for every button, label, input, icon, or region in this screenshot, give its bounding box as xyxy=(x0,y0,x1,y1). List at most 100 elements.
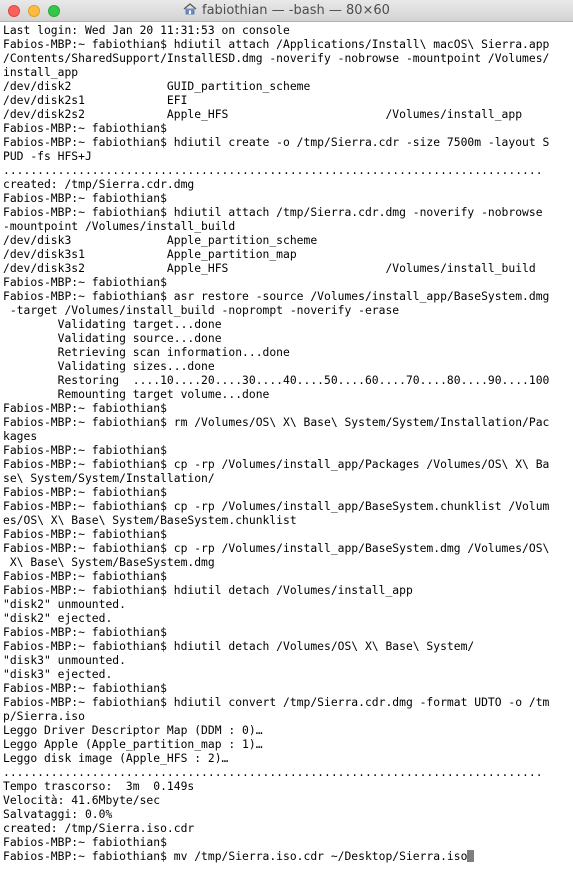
terminal-line-text: kages xyxy=(3,429,38,443)
terminal-line-text: Salvataggi: 0.0% xyxy=(3,807,113,821)
terminal-line: Fabios-MBP:~ fabiothian$ hdiutil detach … xyxy=(3,639,569,653)
terminal-line: /dev/disk3s2 Apple_HFS /Volumes/install_… xyxy=(3,261,569,275)
terminal-line: es/OS\ X\ Base\ System/BaseSystem.chunkl… xyxy=(3,513,569,527)
terminal-line: /Contents/SharedSupport/InstallESD.dmg -… xyxy=(3,51,569,65)
terminal-line-text: Fabios-MBP:~ fabiothian$ hdiutil detach … xyxy=(3,639,475,653)
terminal-line: Leggo Driver Descriptor Map (DDM : 0)… xyxy=(3,723,569,737)
terminal-line: install_app xyxy=(3,65,569,79)
terminal-line-text: /dev/disk3s1 Apple_partition_map xyxy=(3,247,297,261)
window-title: fabiothian — -bash — 80×60 xyxy=(0,0,573,22)
terminal-line: Fabios-MBP:~ fabiothian$ hdiutil attach … xyxy=(3,205,569,219)
terminal-line: Fabios-MBP:~ fabiothian$ cp -rp /Volumes… xyxy=(3,499,569,513)
terminal-line-text: Last login: Wed Jan 20 11:31:53 on conso… xyxy=(3,23,290,37)
terminal-line-text: Remounting target volume...done xyxy=(3,387,270,401)
terminal-line-text: Fabios-MBP:~ fabiothian$ xyxy=(3,401,167,415)
terminal-line: "disk3" ejected. xyxy=(3,667,569,681)
terminal-line-text: ........................................… xyxy=(3,765,543,779)
terminal-line-text: created: /tmp/Sierra.cdr.dmg xyxy=(3,177,195,191)
terminal-line: /dev/disk2s1 EFI xyxy=(3,93,569,107)
terminal-line: PUD -fs HFS+J xyxy=(3,149,569,163)
terminal-line: Fabios-MBP:~ fabiothian$ cp -rp /Volumes… xyxy=(3,541,569,555)
terminal-line: Fabios-MBP:~ fabiothian$ xyxy=(3,275,569,289)
terminal-line: created: /tmp/Sierra.iso.cdr xyxy=(3,821,569,835)
scrollbar[interactable] xyxy=(569,23,573,869)
terminal-line-text: Validating sizes...done xyxy=(3,359,215,373)
terminal-line: X\ Base\ System/BaseSystem.dmg xyxy=(3,555,569,569)
terminal-line: Retrieving scan information...done xyxy=(3,345,569,359)
terminal-line-text: "disk3" unmounted. xyxy=(3,653,126,667)
terminal-line: Validating source...done xyxy=(3,331,569,345)
terminal-line-text: /dev/disk2s2 Apple_HFS /Volumes/install_… xyxy=(3,107,523,121)
terminal-line: /dev/disk2 GUID_partition_scheme xyxy=(3,79,569,93)
terminal-line: Validating sizes...done xyxy=(3,359,569,373)
terminal-line: /dev/disk2s2 Apple_HFS /Volumes/install_… xyxy=(3,107,569,121)
terminal-line: Velocità: 41.6Mbyte/sec xyxy=(3,793,569,807)
terminal-line-text: /Contents/SharedSupport/InstallESD.dmg -… xyxy=(3,51,550,65)
terminal-line-text: Fabios-MBP:~ fabiothian$ xyxy=(3,275,167,289)
terminal-line-text: Retrieving scan information...done xyxy=(3,345,290,359)
terminal-line: Last login: Wed Jan 20 11:31:53 on conso… xyxy=(3,23,569,37)
terminal-line-text: es/OS\ X\ Base\ System/BaseSystem.chunkl… xyxy=(3,513,297,527)
terminal-line-text: /dev/disk2s1 EFI xyxy=(3,93,188,107)
terminal-line: ........................................… xyxy=(3,765,569,779)
terminal-line: Fabios-MBP:~ fabiothian$ xyxy=(3,681,569,695)
terminal-line: Validating target...done xyxy=(3,317,569,331)
terminal-line-text: /dev/disk2 GUID_partition_scheme xyxy=(3,79,311,93)
terminal-line-text: Leggo Apple (Apple_partition_map : 1)… xyxy=(3,737,263,751)
terminal-line: Leggo Apple (Apple_partition_map : 1)… xyxy=(3,737,569,751)
terminal-line: /dev/disk3s1 Apple_partition_map xyxy=(3,247,569,261)
terminal-line-text: PUD -fs HFS+J xyxy=(3,149,92,163)
terminal-line: Fabios-MBP:~ fabiothian$ xyxy=(3,485,569,499)
terminal-line-text: Fabios-MBP:~ fabiothian$ xyxy=(3,681,167,695)
terminal-line: Tempo trascorso: 3m 0.149s xyxy=(3,779,569,793)
terminal-line: Fabios-MBP:~ fabiothian$ xyxy=(3,121,569,135)
terminal-line-text: -target /Volumes/install_build -noprompt… xyxy=(3,303,400,317)
terminal-line-text: Validating source...done xyxy=(3,331,222,345)
terminal-line-text: /dev/disk3s2 Apple_HFS /Volumes/install_… xyxy=(3,261,536,275)
terminal-line-text: "disk2" ejected. xyxy=(3,611,113,625)
terminal-line-text: install_app xyxy=(3,65,79,79)
terminal-line: Fabios-MBP:~ fabiothian$ hdiutil convert… xyxy=(3,695,569,709)
terminal-line: Fabios-MBP:~ fabiothian$ cp -rp /Volumes… xyxy=(3,457,569,471)
terminal-line: Salvataggi: 0.0% xyxy=(3,807,569,821)
terminal-line-text: "disk3" ejected. xyxy=(3,667,113,681)
terminal-line: Fabios-MBP:~ fabiothian$ xyxy=(3,569,569,583)
terminal-line-text: Fabios-MBP:~ fabiothian$ rm /Volumes/OS\… xyxy=(3,415,550,429)
terminal-line: Fabios-MBP:~ fabiothian$ xyxy=(3,191,569,205)
terminal-line: Fabios-MBP:~ fabiothian$ asr restore -so… xyxy=(3,289,569,303)
terminal-line: p/Sierra.iso xyxy=(3,709,569,723)
window-title-text: fabiothian — -bash — 80×60 xyxy=(202,3,390,18)
terminal-line: "disk3" unmounted. xyxy=(3,653,569,667)
terminal-line-text: Fabios-MBP:~ fabiothian$ hdiutil convert… xyxy=(3,695,550,709)
terminal-line-text: /dev/disk3 Apple_partition_scheme xyxy=(3,233,318,247)
home-folder-icon xyxy=(183,1,197,23)
terminal-line-text: Fabios-MBP:~ fabiothian$ hdiutil attach … xyxy=(3,37,550,51)
terminal-line: /dev/disk3 Apple_partition_scheme xyxy=(3,233,569,247)
terminal-line-text: Fabios-MBP:~ fabiothian$ xyxy=(3,835,167,849)
terminal-line-text: p/Sierra.iso xyxy=(3,709,85,723)
terminal-line-text: Velocità: 41.6Mbyte/sec xyxy=(3,793,161,807)
terminal-line: Fabios-MBP:~ fabiothian$ xyxy=(3,835,569,849)
terminal-line: Leggo disk image (Apple_HFS : 2)… xyxy=(3,751,569,765)
terminal-line-text: Fabios-MBP:~ fabiothian$ xyxy=(3,527,167,541)
terminal-line-text: X\ Base\ System/BaseSystem.dmg xyxy=(3,555,215,569)
terminal-line-text: ........................................… xyxy=(3,163,543,177)
terminal-line-text: se\ System/System/Installation/ xyxy=(3,471,215,485)
terminal-line: se\ System/System/Installation/ xyxy=(3,471,569,485)
terminal-line: -mountpoint /Volumes/install_build xyxy=(3,219,569,233)
terminal-line-text: -mountpoint /Volumes/install_build xyxy=(3,219,236,233)
terminal-output[interactable]: Last login: Wed Jan 20 11:31:53 on conso… xyxy=(3,23,569,865)
title-bar[interactable]: fabiothian — -bash — 80×60 xyxy=(0,0,573,22)
terminal-line: Fabios-MBP:~ fabiothian$ xyxy=(3,527,569,541)
terminal-line: "disk2" ejected. xyxy=(3,611,569,625)
terminal-line-text: Fabios-MBP:~ fabiothian$ hdiutil attach … xyxy=(3,205,543,219)
terminal-line-text: Leggo Driver Descriptor Map (DDM : 0)… xyxy=(3,723,263,737)
terminal-line: Restoring ....10....20....30....40....50… xyxy=(3,373,569,387)
terminal-line-text: Fabios-MBP:~ fabiothian$ mv /tmp/Sierra.… xyxy=(3,849,468,863)
terminal-line: created: /tmp/Sierra.cdr.dmg xyxy=(3,177,569,191)
terminal-line-text: Fabios-MBP:~ fabiothian$ xyxy=(3,625,167,639)
terminal-line: kages xyxy=(3,429,569,443)
text-cursor xyxy=(467,850,475,862)
terminal-line-text: Fabios-MBP:~ fabiothian$ xyxy=(3,569,167,583)
terminal-line-text: Restoring ....10....20....30....40....50… xyxy=(3,373,550,387)
